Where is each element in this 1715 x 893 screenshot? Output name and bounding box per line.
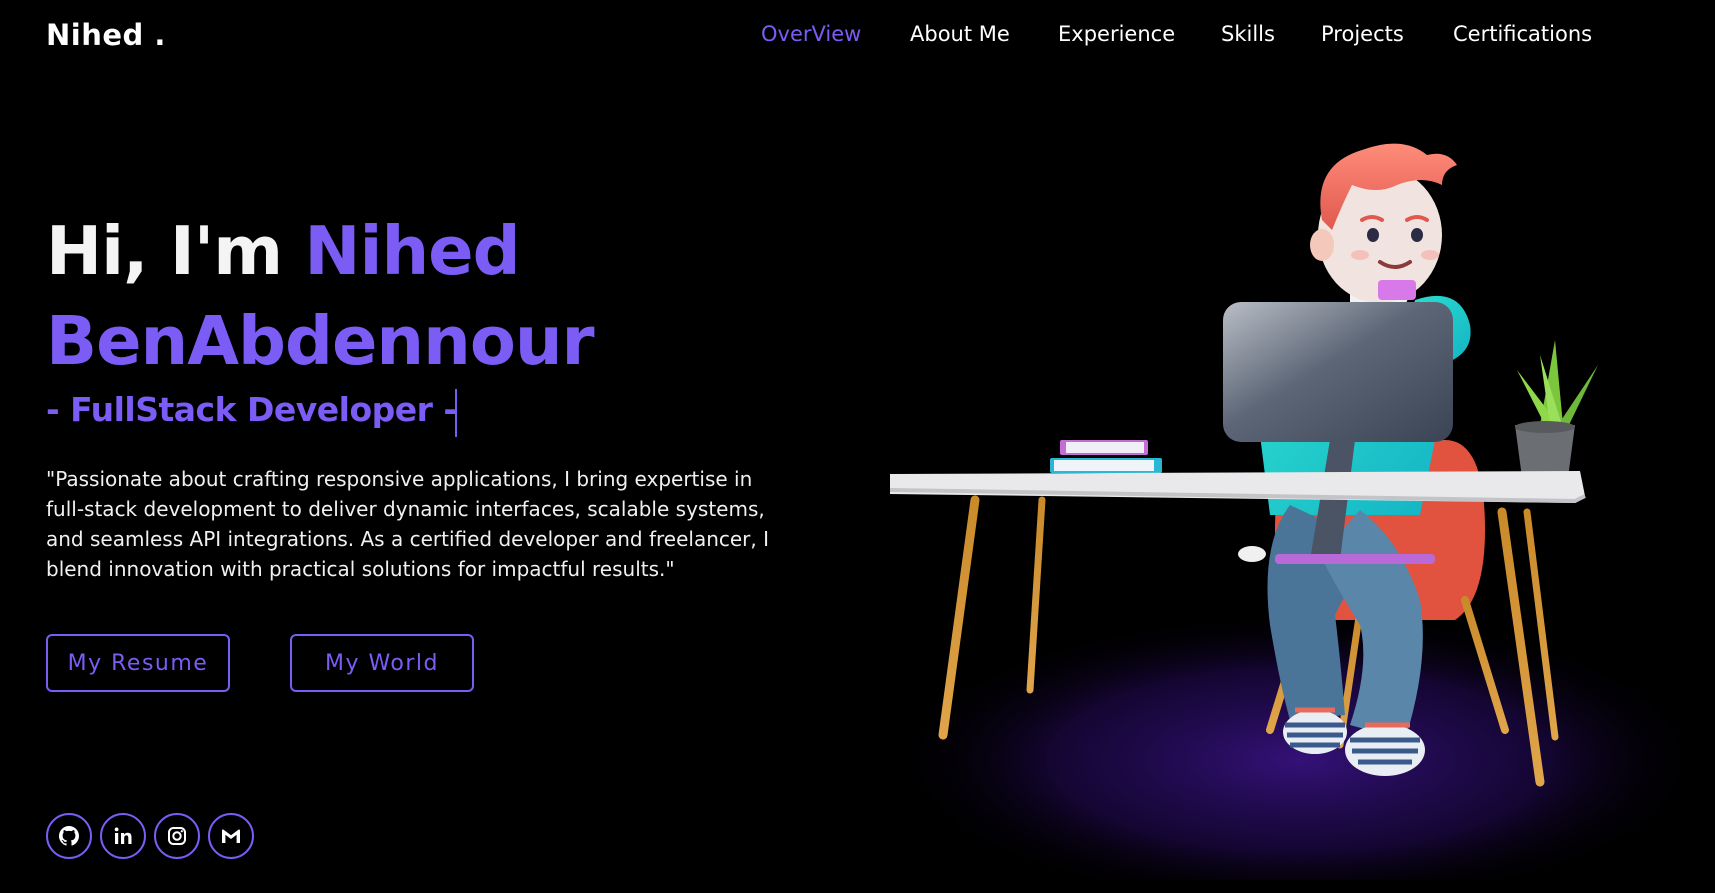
main-nav: OverView About Me Experience Skills Proj… [0, 22, 1715, 56]
nav-item-overview[interactable]: OverView [761, 22, 861, 46]
gmail-icon [222, 829, 240, 843]
nav-item-about-me[interactable]: About Me [910, 22, 1010, 46]
hero-description: "Passionate about crafting responsive ap… [46, 467, 770, 581]
my-resume-button[interactable]: My Resume [46, 634, 230, 692]
page: Nihed . OverView About Me Experience Ski… [0, 0, 1715, 893]
instagram-icon [168, 827, 186, 845]
hero-greeting: Hi, I'm [46, 212, 283, 290]
linkedin-icon [114, 827, 132, 844]
nav-item-experience[interactable]: Experience [1058, 22, 1175, 46]
linkedin-link[interactable] [100, 813, 146, 859]
hero-heading: Hi, I'm Nihed BenAbdennour [46, 206, 806, 386]
my-world-button[interactable]: My World [290, 634, 474, 692]
nav-item-projects[interactable]: Projects [1321, 22, 1404, 46]
developer-at-desk-illustration [890, 143, 1705, 880]
github-link[interactable] [46, 813, 92, 859]
hero-first-name: Nihed [304, 212, 520, 290]
instagram-link[interactable] [154, 813, 200, 859]
gmail-link[interactable] [208, 813, 254, 859]
hero-role: - FullStack Developer - [46, 390, 457, 429]
nav-item-certifications[interactable]: Certifications [1453, 22, 1592, 46]
typing-caret [455, 389, 457, 437]
hero-last-name: BenAbdennour [46, 302, 595, 380]
nav-item-skills[interactable]: Skills [1221, 22, 1275, 46]
github-icon [58, 826, 79, 846]
